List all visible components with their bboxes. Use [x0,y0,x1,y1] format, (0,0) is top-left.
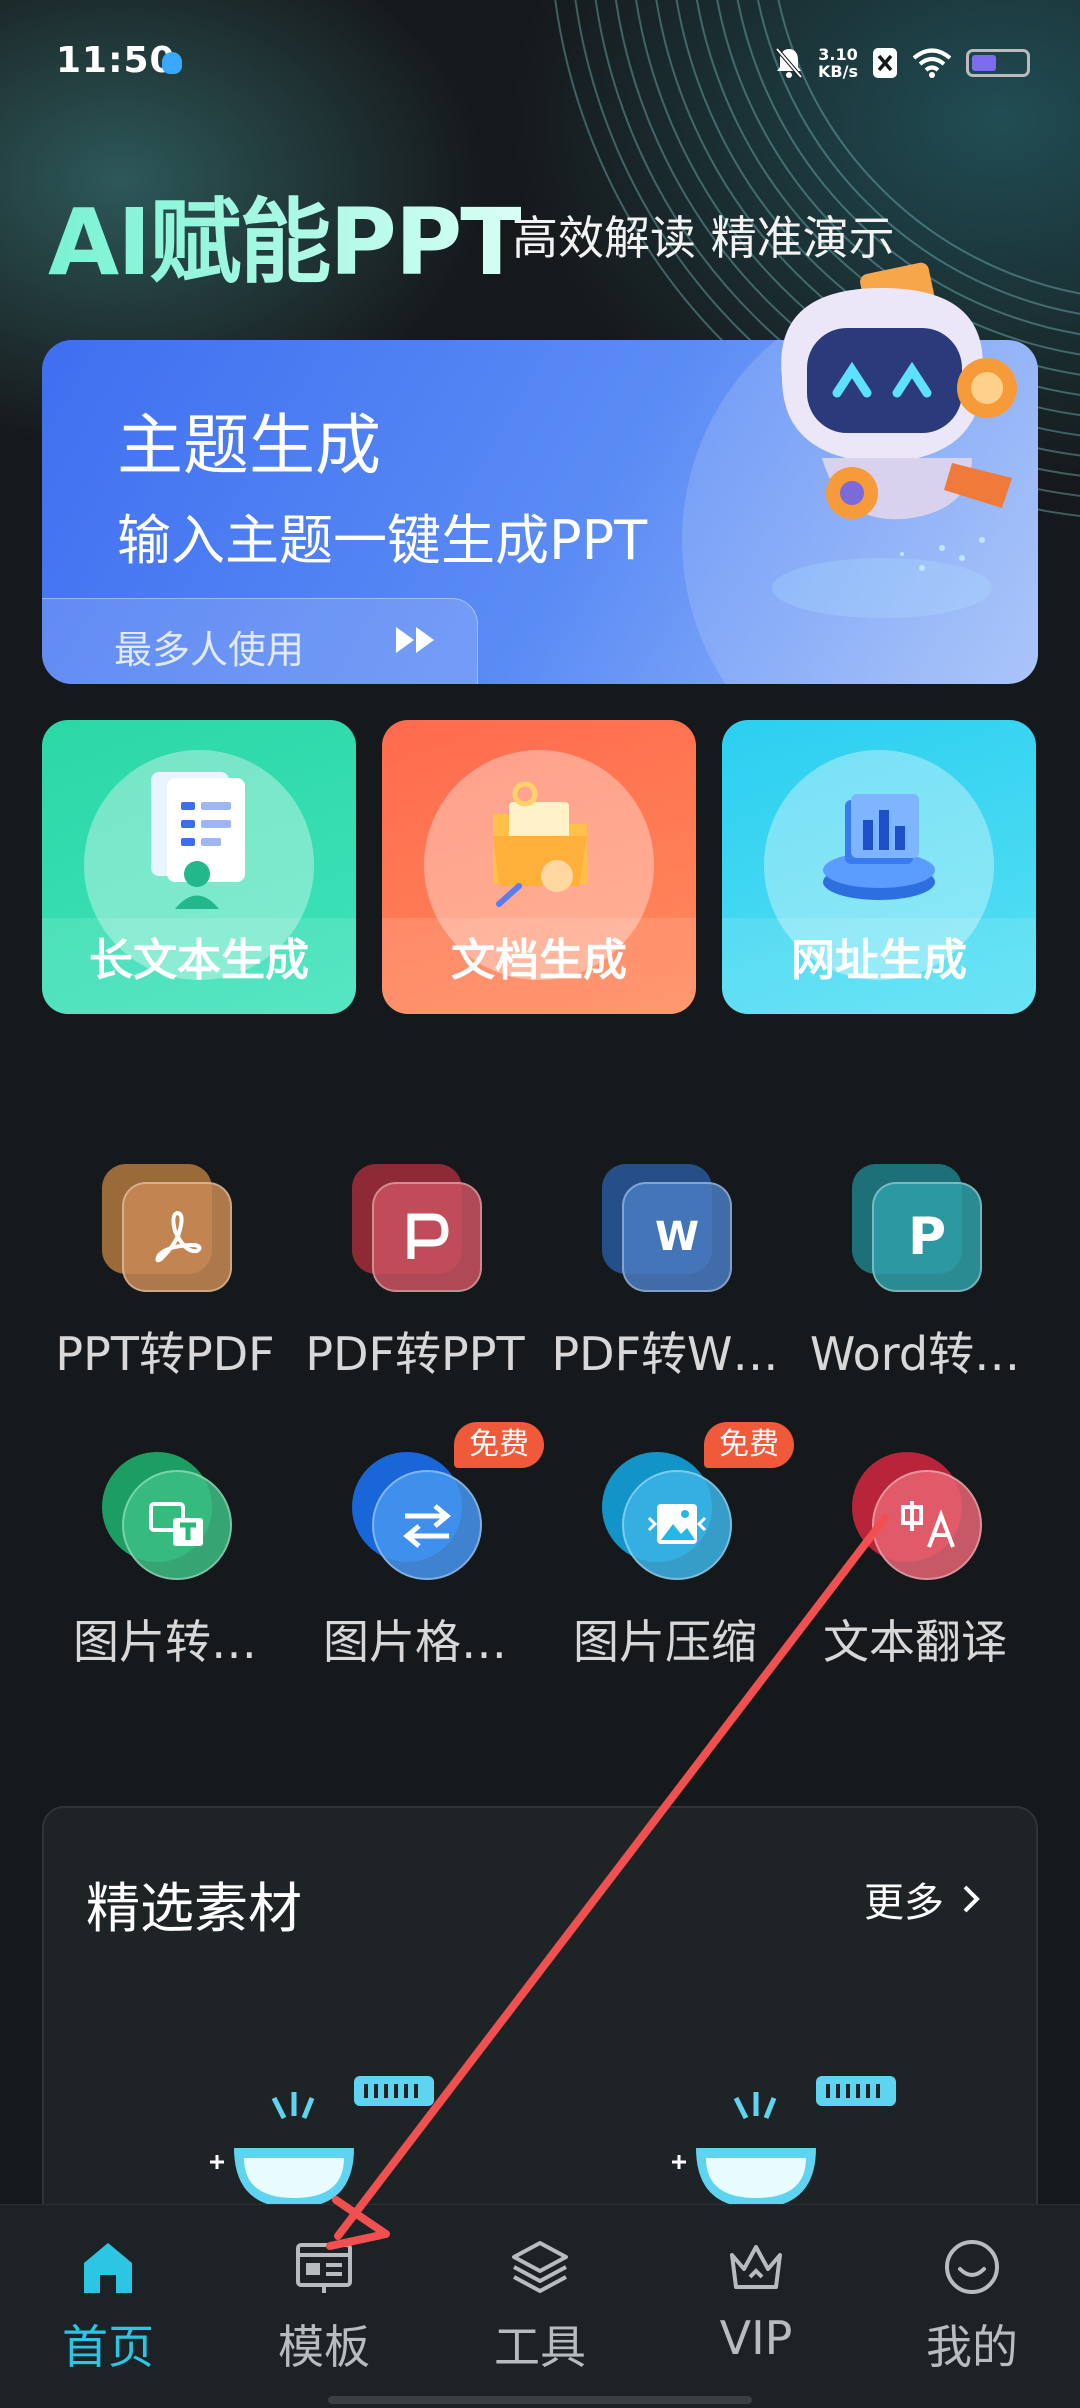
chevron-right-icon [963,1885,980,1913]
more-label: 更多 [864,1880,944,1926]
crown-icon [730,2245,782,2289]
status-bar: 11:50 3.10 KB/s [0,0,1080,120]
tool-label: 图片格… [323,1615,507,1669]
translate-icon [872,1470,982,1580]
network-speed: 3.10 KB/s [818,46,858,80]
home-icon [84,2243,132,2293]
pdf-icon [122,1182,232,1292]
wifi-icon [912,48,952,78]
tool-label: PDF转PPT [305,1327,525,1381]
document-generate-label: 文档生成 [451,935,627,986]
tool-pdf-to-word[interactable]: W PDF转W… [540,1160,790,1381]
tool-text-translate[interactable]: 文本翻译 [790,1448,1040,1669]
tool-pdf-to-ppt[interactable]: PDF转PPT [290,1160,540,1381]
tool-icon-wrap: P [850,1160,990,1300]
status-time: 11:50 [56,40,176,81]
layers-icon [512,2241,568,2293]
tool-label: 文本翻译 [823,1615,1007,1669]
speed-unit: KB/s [818,62,858,81]
format-convert-icon [372,1470,482,1580]
nav-profile[interactable]: 我的 [882,2235,1062,2385]
status-icons: 3.10 KB/s [774,40,1030,86]
tool-label: 图片转… [73,1615,257,1669]
url-generate-label: 网址生成 [791,935,967,986]
image-to-text-icon [122,1470,232,1580]
long-text-generate-card[interactable]: 长文本生成 [42,720,356,1014]
tool-icon-wrap: W [600,1160,740,1300]
document-person-icon [151,772,245,909]
gesture-home-bar [328,2396,752,2404]
fast-forward-icon [396,627,434,653]
nav-vip[interactable]: VIP [666,2235,846,2385]
tool-icon-wrap [850,1448,990,1588]
tool-icon-wrap [350,1160,490,1300]
nav-home[interactable]: 首页 [18,2235,198,2385]
url-generate-card[interactable]: 网址生成 [722,720,1036,1014]
nav-template-label: 模板 [278,2320,370,2374]
battery-icon [966,49,1030,77]
word-glyph: W [654,1214,700,1260]
most-used-label: 最多人使用 [114,628,305,672]
more-link[interactable]: 更多 [864,1870,980,1928]
word-icon: W [622,1182,732,1292]
tool-label: 图片压缩 [573,1615,757,1669]
nav-tools[interactable]: 工具 [450,2235,630,2385]
profile-icon [945,2240,999,2294]
tool-icon-wrap [350,1448,490,1588]
tool-label: PDF转W… [551,1327,779,1381]
tool-image-compress[interactable]: 免费 图片压缩 [540,1422,794,1669]
tool-word-to-ppt[interactable]: P Word转… [790,1160,1040,1381]
document-generate-card[interactable]: 文档生成 [382,720,696,1014]
nav-home-label: 首页 [62,2320,154,2374]
tool-icon-wrap [100,1160,240,1300]
template-icon [296,2243,352,2293]
long-text-generate-label: 长文本生成 [89,935,309,986]
most-used-tag[interactable]: 最多人使用 [42,598,478,684]
topic-card-title: 主题生成 [117,407,381,484]
speed-value: 3.10 [818,45,858,64]
tool-icon-wrap [100,1448,240,1588]
tool-image-format[interactable]: 免费 图片格… [290,1422,544,1669]
chart-podium-icon [823,794,935,900]
featured-materials-title: 精选素材 [86,1877,302,1940]
hero-title: AI赋能PPT [48,168,523,301]
sim-x-icon [873,48,897,78]
folder-search-icon [493,781,587,907]
qq-notification-icon [162,52,182,74]
tool-ppt-to-pdf[interactable]: PPT转PDF [40,1160,290,1381]
topic-card-description: 输入主题一键生成PPT [117,509,648,572]
ppt-glyph: P [907,1207,947,1267]
ppt-p-icon: P [872,1182,982,1292]
nav-profile-label: 我的 [926,2320,1018,2374]
nav-tools-label: 工具 [494,2320,586,2374]
robot-mascot-icon [772,262,1017,618]
nav-vip-label: VIP [719,2311,793,2365]
tool-image-to-text[interactable]: 图片转… [40,1448,290,1669]
tool-label: PPT转PDF [55,1327,275,1381]
tool-icon-wrap [600,1448,740,1588]
mute-bell-icon [775,47,803,79]
ppt-icon [372,1182,482,1292]
image-compress-icon [622,1470,732,1580]
tool-label: Word转… [809,1327,1021,1381]
nav-template[interactable]: 模板 [234,2235,414,2385]
bottom-nav: 首页 模板 工具 VIP 我的 [0,2204,1080,2408]
